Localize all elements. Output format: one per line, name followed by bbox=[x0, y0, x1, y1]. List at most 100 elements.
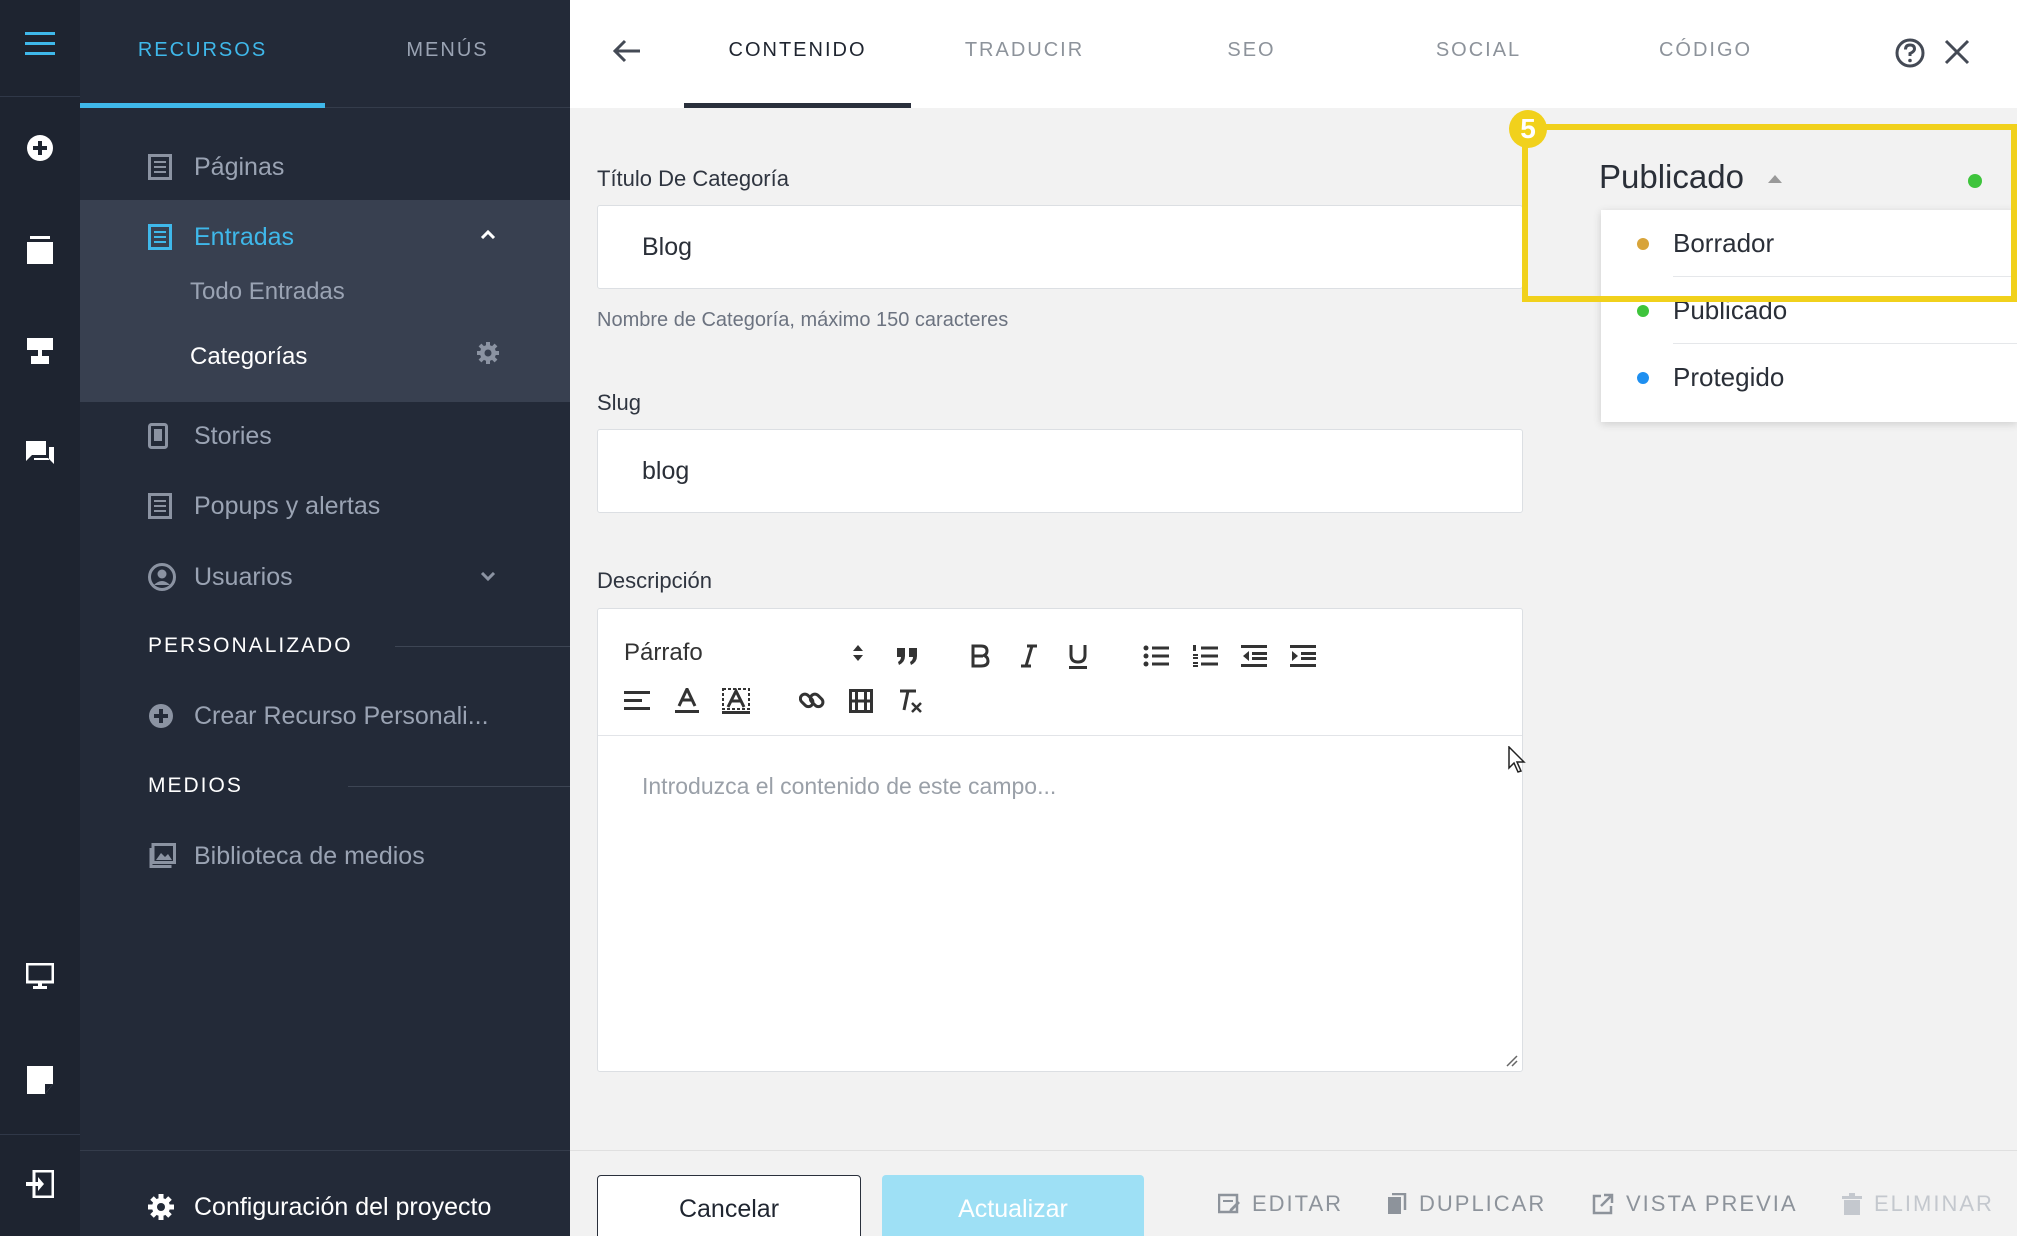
editor-toolbar: Párrafo bbox=[598, 609, 1522, 736]
tab-contenido[interactable]: CONTENIDO bbox=[684, 0, 911, 108]
page-icon bbox=[148, 224, 172, 250]
layers-icon[interactable] bbox=[0, 220, 80, 280]
sidebar-item-label: Biblioteca de medios bbox=[194, 841, 425, 870]
mobile-icon bbox=[148, 423, 168, 449]
sidebar-item-label: Usuarios bbox=[194, 562, 293, 591]
page-icon bbox=[148, 493, 172, 519]
slug-label: Slug bbox=[597, 390, 642, 415]
action-footer: Cancelar Actualizar EDITAR DUPLICAR VIST… bbox=[570, 1150, 2017, 1236]
sidebar-item-label: Páginas bbox=[194, 152, 285, 181]
outdent-icon[interactable] bbox=[1237, 639, 1271, 673]
title-hint: Nombre de Categoría, máximo 150 caracter… bbox=[597, 309, 1009, 331]
title-input[interactable]: Blog bbox=[597, 205, 1523, 289]
edit-button[interactable]: EDITAR bbox=[1218, 1191, 1343, 1217]
clear-format-icon[interactable] bbox=[893, 684, 927, 718]
note-icon[interactable] bbox=[0, 1050, 80, 1110]
cancel-button[interactable]: Cancelar bbox=[597, 1175, 861, 1236]
sidebar-item-popups[interactable]: Popups y alertas bbox=[80, 476, 570, 536]
sidebar-item-entradas[interactable]: Entradas bbox=[80, 207, 570, 267]
sort-arrows-icon bbox=[852, 643, 864, 663]
sidebar-subitem-todo-entradas[interactable]: Todo Entradas bbox=[190, 278, 345, 306]
chevron-up-icon[interactable] bbox=[480, 229, 496, 239]
paragraph-select[interactable]: Párrafo bbox=[624, 633, 874, 673]
status-option-protegido[interactable]: Protegido bbox=[1601, 344, 2017, 411]
duplicate-button[interactable]: DUPLICAR bbox=[1387, 1191, 1546, 1217]
section-title: PERSONALIZADO bbox=[148, 634, 353, 657]
sidebar-item-stories[interactable]: Stories bbox=[80, 406, 570, 466]
description-textarea[interactable]: Introduzca el contenido de este campo... bbox=[642, 773, 1056, 800]
description-label: Descripción bbox=[597, 568, 712, 593]
trash-icon bbox=[1842, 1193, 1862, 1215]
tab-recursos[interactable]: RECURSOS bbox=[80, 0, 325, 108]
image-gallery-icon bbox=[148, 843, 176, 869]
gear-icon bbox=[147, 1193, 175, 1221]
bullet-list-icon[interactable] bbox=[1139, 639, 1173, 673]
add-icon[interactable] bbox=[0, 118, 80, 178]
italic-icon[interactable] bbox=[1012, 639, 1046, 673]
sidebar-subitem-categorias[interactable]: Categorías bbox=[190, 343, 307, 371]
sidebar-item-crear-recurso[interactable]: Crear Recurso Personali... bbox=[80, 686, 570, 746]
video-icon[interactable] bbox=[844, 684, 878, 718]
hamburger-menu-icon[interactable] bbox=[0, 14, 80, 74]
step-badge: 5 bbox=[1509, 110, 1547, 148]
mouse-cursor-icon bbox=[1508, 746, 1528, 774]
tab-traducir[interactable]: TRADUCIR bbox=[911, 0, 1138, 108]
paragraph-select-value: Párrafo bbox=[624, 639, 703, 666]
preview-button[interactable]: VISTA PREVIA bbox=[1592, 1191, 1798, 1217]
title-label: Título De Categoría bbox=[597, 166, 789, 191]
project-settings[interactable]: Configuración del proyecto bbox=[80, 1150, 570, 1236]
edit-label: EDITAR bbox=[1252, 1191, 1344, 1216]
slug-input[interactable]: blog bbox=[597, 429, 1523, 513]
rich-text-editor: Párrafo Introduzca el contenido de este … bbox=[597, 608, 1523, 1072]
bold-icon[interactable] bbox=[963, 639, 997, 673]
help-icon[interactable] bbox=[1895, 38, 1925, 68]
section-medios: MEDIOS bbox=[148, 772, 570, 800]
link-icon[interactable] bbox=[795, 684, 829, 718]
sidebar-item-label: Crear Recurso Personali... bbox=[194, 701, 489, 730]
monitor-icon[interactable] bbox=[0, 946, 80, 1006]
tab-seo[interactable]: SEO bbox=[1138, 0, 1365, 108]
logout-icon[interactable] bbox=[0, 1154, 80, 1214]
tab-menus[interactable]: MENÚS bbox=[325, 0, 570, 108]
indent-icon[interactable] bbox=[1286, 639, 1320, 673]
align-left-icon[interactable] bbox=[620, 684, 654, 718]
duplicate-icon bbox=[1388, 1193, 1407, 1214]
background-color-icon[interactable] bbox=[719, 684, 753, 718]
duplicate-label: DUPLICAR bbox=[1419, 1191, 1547, 1216]
underline-icon[interactable] bbox=[1061, 639, 1095, 673]
update-button[interactable]: Actualizar bbox=[882, 1175, 1144, 1236]
edit-icon bbox=[1218, 1193, 1240, 1214]
numbered-list-icon[interactable] bbox=[1188, 639, 1222, 673]
sidebar-tabs: RECURSOS MENÚS bbox=[80, 0, 570, 108]
text-color-icon[interactable] bbox=[670, 684, 704, 718]
section-title: MEDIOS bbox=[148, 774, 243, 797]
sidebar-item-biblioteca[interactable]: Biblioteca de medios bbox=[80, 826, 570, 886]
page-icon bbox=[148, 154, 172, 180]
components-icon[interactable] bbox=[0, 322, 80, 382]
status-dot bbox=[1637, 305, 1649, 317]
status-dot bbox=[1637, 372, 1649, 384]
blockquote-icon[interactable] bbox=[890, 639, 924, 673]
sidebar-item-paginas[interactable]: Páginas bbox=[80, 137, 570, 197]
chevron-down-icon[interactable] bbox=[480, 572, 496, 582]
back-arrow-icon[interactable] bbox=[612, 38, 642, 64]
comments-icon[interactable] bbox=[0, 424, 80, 484]
status-option-label: Protegido bbox=[1673, 362, 1785, 392]
sidebar-item-usuarios[interactable]: Usuarios bbox=[80, 547, 570, 607]
gear-icon[interactable] bbox=[476, 341, 500, 365]
top-tabs-bar: CONTENIDO TRADUCIR SEO SOCIAL CÓDIGO bbox=[570, 0, 2017, 108]
sidebar-item-label: Entradas bbox=[194, 222, 295, 251]
delete-button[interactable]: ELIMINAR bbox=[1842, 1191, 1994, 1217]
tab-codigo[interactable]: CÓDIGO bbox=[1592, 0, 1819, 108]
external-link-icon bbox=[1592, 1193, 1614, 1215]
user-icon bbox=[148, 563, 176, 591]
add-icon bbox=[148, 703, 174, 729]
tab-social[interactable]: SOCIAL bbox=[1365, 0, 1592, 108]
sidebar: RECURSOS MENÚS Páginas Entradas Todo Ent… bbox=[80, 0, 570, 1236]
sidebar-item-label: Popups y alertas bbox=[194, 491, 381, 520]
preview-label: VISTA PREVIA bbox=[1626, 1191, 1798, 1216]
close-icon[interactable] bbox=[1943, 38, 1971, 66]
resize-handle-icon[interactable] bbox=[1506, 1055, 1518, 1067]
icon-rail bbox=[0, 0, 80, 1236]
section-personalizado: PERSONALIZADO bbox=[148, 632, 570, 660]
